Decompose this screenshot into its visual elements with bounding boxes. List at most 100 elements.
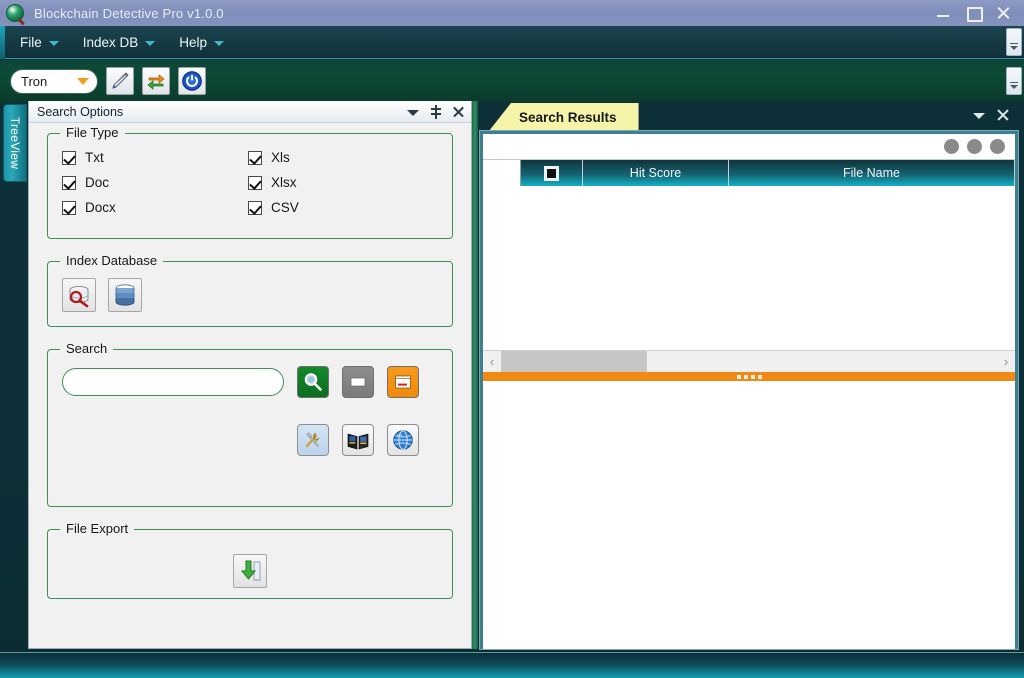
blank-window-icon: [350, 377, 366, 387]
edit-button[interactable]: [106, 67, 134, 95]
maximize-button[interactable]: [966, 6, 983, 22]
select-all-column[interactable]: [521, 160, 583, 186]
sidebar-tab-treeview[interactable]: TreeView: [3, 104, 27, 182]
panel-close-button[interactable]: [453, 105, 465, 119]
tools-button[interactable]: [297, 424, 329, 456]
panel-splitter-vertical[interactable]: [472, 101, 478, 649]
panel-caption-buttons: [407, 104, 465, 119]
hit-score-column[interactable]: Hit Score: [583, 160, 729, 186]
search-input[interactable]: [62, 368, 284, 396]
grid-option-dot-3[interactable]: [990, 139, 1005, 154]
power-icon: [182, 71, 202, 91]
download-arrow-icon: [240, 560, 261, 581]
file-type-group: File Type Txt Xls Doc Xlsx Docx CSV: [47, 125, 453, 239]
tools-icon: [305, 432, 320, 448]
grid-option-dot-1[interactable]: [944, 139, 959, 154]
checkbox-xls-label: Xls: [271, 150, 290, 165]
row-corner-column: [483, 160, 521, 186]
globe-icon: [393, 430, 413, 450]
search-options-panel: Search Options File Type Txt Xls Doc Xls…: [28, 101, 472, 649]
scroll-right-arrow[interactable]: ›: [997, 351, 1015, 373]
tab-search-results[interactable]: Search Results: [489, 103, 639, 131]
window-controls: [936, 6, 1024, 22]
checkbox-icon: [62, 175, 76, 190]
index-database-group: Index Database: [47, 253, 453, 327]
checkbox-doc[interactable]: Doc: [62, 175, 248, 190]
run-search-button[interactable]: [297, 366, 329, 398]
results-table-body: [483, 186, 1015, 350]
blockchain-select-value: Tron: [21, 73, 48, 89]
menu-overflow-icon[interactable]: [1006, 28, 1022, 56]
checkbox-txt[interactable]: Txt: [62, 150, 248, 165]
file-export-group: File Export: [47, 521, 453, 599]
menu-item-file-label: File: [20, 34, 42, 50]
checkbox-csv[interactable]: CSV: [248, 200, 438, 215]
scroll-left-arrow[interactable]: ‹: [483, 351, 501, 373]
checkbox-docx-label: Docx: [85, 200, 116, 215]
file-export-legend: File Export: [60, 521, 135, 536]
checkbox-docx[interactable]: Docx: [62, 200, 248, 215]
build-index-db-button[interactable]: [108, 278, 142, 312]
refresh-arrows-icon: [147, 74, 165, 90]
checkbox-icon: [544, 165, 559, 181]
treeview-tab-label: TreeView: [8, 116, 23, 170]
chevron-down-icon: [145, 40, 156, 46]
search-options-body: File Type Txt Xls Doc Xlsx Docx CSV Inde…: [29, 123, 471, 648]
toolbar-overflow-icon[interactable]: [1006, 67, 1022, 95]
scroll-track[interactable]: [501, 350, 997, 373]
panel-title: Search Options: [37, 104, 124, 119]
checkbox-xls[interactable]: Xls: [248, 150, 438, 165]
open-viewer-button[interactable]: [387, 366, 419, 398]
menu-item-file[interactable]: File: [8, 26, 71, 59]
magnifier-icon: [304, 373, 322, 391]
menu-item-help[interactable]: Help: [167, 26, 236, 59]
status-bar: [0, 652, 1024, 678]
search-legend: Search: [60, 341, 114, 356]
grid-option-dot-2[interactable]: [967, 139, 982, 154]
file-name-column[interactable]: File Name: [729, 160, 1015, 186]
tab-search-results-label: Search Results: [519, 109, 617, 125]
dictionary-button[interactable]: [342, 424, 374, 456]
window-edit-icon: [395, 375, 411, 389]
checkbox-icon: [248, 175, 262, 190]
open-book-icon: [347, 433, 369, 450]
title-bar: Blockchain Detective Pro v1.0.0: [0, 0, 1024, 26]
checkbox-xlsx[interactable]: Xlsx: [248, 175, 438, 190]
results-splitter-horizontal[interactable]: [483, 372, 1015, 381]
results-horizontal-scrollbar[interactable]: ‹ ›: [483, 350, 1015, 373]
checkbox-txt-label: Txt: [85, 150, 104, 165]
window-title: Blockchain Detective Pro v1.0.0: [34, 5, 224, 21]
refresh-button[interactable]: [142, 67, 170, 95]
web-search-button[interactable]: [387, 424, 419, 456]
menu-item-index-db[interactable]: Index DB: [71, 26, 168, 59]
hit-score-column-label: Hit Score: [629, 166, 682, 180]
results-caption-buttons: [973, 108, 1010, 122]
minimize-button[interactable]: [936, 6, 950, 20]
power-button[interactable]: [178, 67, 206, 95]
db-search-icon: [69, 285, 89, 308]
results-tab-strip: Search Results: [480, 103, 1018, 131]
results-close-button[interactable]: [997, 108, 1010, 122]
pin-icon[interactable]: [430, 104, 442, 119]
results-frame: Hit Score File Name ‹ ›: [479, 130, 1019, 650]
menu-bar: File Index DB Help: [0, 26, 1024, 59]
search-index-db-button[interactable]: [62, 278, 96, 312]
blockchain-select[interactable]: Tron: [10, 68, 98, 94]
chevron-down-icon: [48, 40, 59, 46]
main-toolbar: Tron: [0, 60, 1024, 102]
checkbox-icon: [248, 200, 262, 215]
index-database-buttons: [62, 278, 438, 312]
close-button[interactable]: [996, 6, 1010, 20]
grid-toolbar: [483, 134, 1015, 160]
file-type-checkbox-grid: Txt Xls Doc Xlsx Docx CSV: [62, 150, 438, 215]
results-dropdown-button[interactable]: [973, 108, 985, 122]
clear-results-button[interactable]: [342, 366, 374, 398]
panel-dropdown-button[interactable]: [407, 105, 419, 119]
search-input-row: [62, 366, 438, 398]
file-name-column-label: File Name: [843, 166, 900, 180]
scroll-thumb[interactable]: [501, 350, 647, 373]
search-results-dock: Search Results Hit Score File Name ‹ ›: [479, 103, 1019, 650]
index-database-legend: Index Database: [60, 253, 164, 268]
export-download-button[interactable]: [233, 554, 267, 588]
results-preview-pane: [483, 381, 1015, 650]
